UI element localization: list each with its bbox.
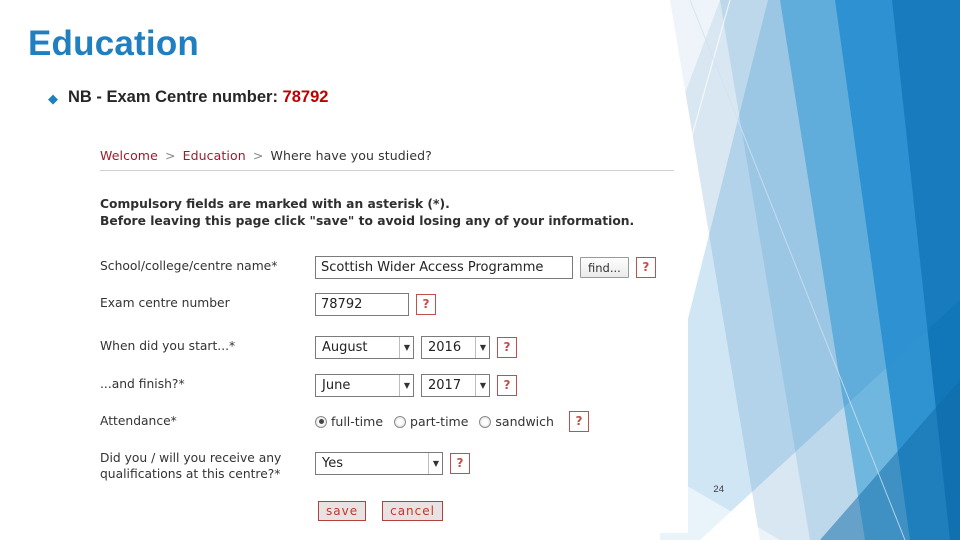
form-row-qualifications: Did you / will you receive any qualifica… [100, 448, 686, 483]
attendance-label-full-time: full-time [331, 414, 384, 429]
finish-year-value: 2017 [428, 378, 462, 393]
field-qualifications: Yes ▼ ? [315, 448, 470, 475]
chevron-down-icon: ▼ [398, 375, 410, 396]
find-button[interactable]: find... [580, 257, 629, 278]
chevron-down-icon: ▼ [474, 375, 486, 396]
qualifications-select[interactable]: Yes ▼ [315, 452, 443, 475]
notice-line-2: Before leaving this page click "save" to… [100, 213, 635, 228]
qualifications-value: Yes [322, 456, 343, 471]
school-name-input[interactable]: Scottish Wider Access Programme [315, 256, 573, 279]
label-exam-centre-number: Exam centre number [100, 296, 230, 310]
divider [100, 170, 674, 171]
form-row-finish-date: ...and finish?* June ▼ 2017 ▼ ? [100, 374, 686, 397]
field-finish-date: June ▼ 2017 ▼ ? [315, 374, 517, 397]
page-title: Education [28, 24, 199, 63]
bullet-highlight: 78792 [282, 88, 329, 106]
field-start-date: August ▼ 2016 ▼ ? [315, 336, 517, 359]
start-month-value: August [322, 340, 368, 355]
label-start-date: When did you start...* [100, 339, 236, 353]
finish-month-value: June [322, 378, 351, 393]
start-month-select[interactable]: August ▼ [315, 336, 414, 359]
exam-centre-number-input[interactable]: 78792 [315, 293, 409, 316]
chevron-down-icon: ▼ [427, 453, 439, 474]
label-school-name: School/college/centre name* [100, 259, 278, 273]
label-attendance: Attendance* [100, 414, 177, 428]
bullet-row: ◆ NB - Exam Centre number: 78792 [48, 88, 328, 107]
attendance-option-full-time[interactable]: full-time [315, 414, 383, 429]
attendance-label-part-time: part-time [410, 414, 469, 429]
radio-icon-part-time[interactable] [394, 415, 407, 428]
radio-icon-full-time[interactable] [315, 415, 327, 428]
attendance-option-part-time[interactable]: part-time [394, 414, 468, 429]
field-school-name: Scottish Wider Access Programme find... … [315, 256, 656, 279]
label-finish-date: ...and finish?* [100, 377, 185, 391]
breadcrumb-item-current: Where have you studied? [270, 148, 432, 163]
finish-month-select[interactable]: June ▼ [315, 374, 414, 397]
label-qualifications: Did you / will you receive any qualifica… [100, 451, 282, 481]
compulsory-fields-notice: Compulsory fields are marked with an ast… [100, 196, 634, 229]
chevron-down-icon: ▼ [398, 337, 410, 358]
bullet-text: NB - Exam Centre number: 78792 [68, 88, 328, 107]
slide: Education ◆ NB - Exam Centre number: 787… [0, 0, 960, 540]
chevron-down-icon: ▼ [474, 337, 486, 358]
finish-year-select[interactable]: 2017 ▼ [421, 374, 490, 397]
bullet-prefix: NB - Exam Centre number: [68, 88, 283, 106]
field-attendance: full-time part-time sandwich ? [315, 411, 589, 432]
radio-icon-sandwich[interactable] [479, 415, 492, 428]
attendance-radio-group: full-time part-time sandwich [315, 414, 562, 429]
breadcrumb: Welcome > Education > Where have you stu… [100, 148, 432, 163]
form-row-start-date: When did you start...* August ▼ 2016 ▼ ? [100, 336, 686, 359]
help-icon-attendance[interactable]: ? [568, 411, 589, 432]
start-year-value: 2016 [428, 340, 462, 355]
attendance-label-sandwich: sandwich [495, 414, 554, 429]
diamond-bullet-icon: ◆ [48, 91, 58, 106]
help-icon-school-name[interactable]: ? [635, 257, 656, 278]
form-row-attendance: Attendance* full-time part-time sandwich [100, 411, 686, 432]
form-action-buttons: save cancel [318, 501, 443, 521]
help-icon-finish-date[interactable]: ? [497, 375, 517, 396]
form-row-exam-centre-number: Exam centre number 78792 ? [100, 293, 686, 316]
cancel-button[interactable]: cancel [382, 501, 443, 521]
form-row-school-name: School/college/centre name* Scottish Wid… [100, 256, 686, 279]
help-icon-exam-centre-number[interactable]: ? [416, 294, 436, 315]
breadcrumb-item-welcome[interactable]: Welcome [100, 148, 158, 163]
decorative-graphic [660, 0, 960, 540]
save-button[interactable]: save [318, 501, 367, 521]
page-number: 24 [713, 484, 724, 495]
breadcrumb-separator: > [164, 148, 176, 163]
attendance-option-sandwich[interactable]: sandwich [479, 414, 554, 429]
field-exam-centre-number: 78792 ? [315, 293, 436, 316]
start-year-select[interactable]: 2016 ▼ [421, 336, 490, 359]
help-icon-qualifications[interactable]: ? [450, 453, 470, 474]
help-icon-start-date[interactable]: ? [497, 337, 517, 358]
breadcrumb-item-education[interactable]: Education [183, 148, 246, 163]
breadcrumb-separator: > [252, 148, 264, 163]
embedded-application-screenshot: Welcome > Education > Where have you stu… [88, 138, 688, 533]
notice-line-1: Compulsory fields are marked with an ast… [100, 197, 450, 211]
